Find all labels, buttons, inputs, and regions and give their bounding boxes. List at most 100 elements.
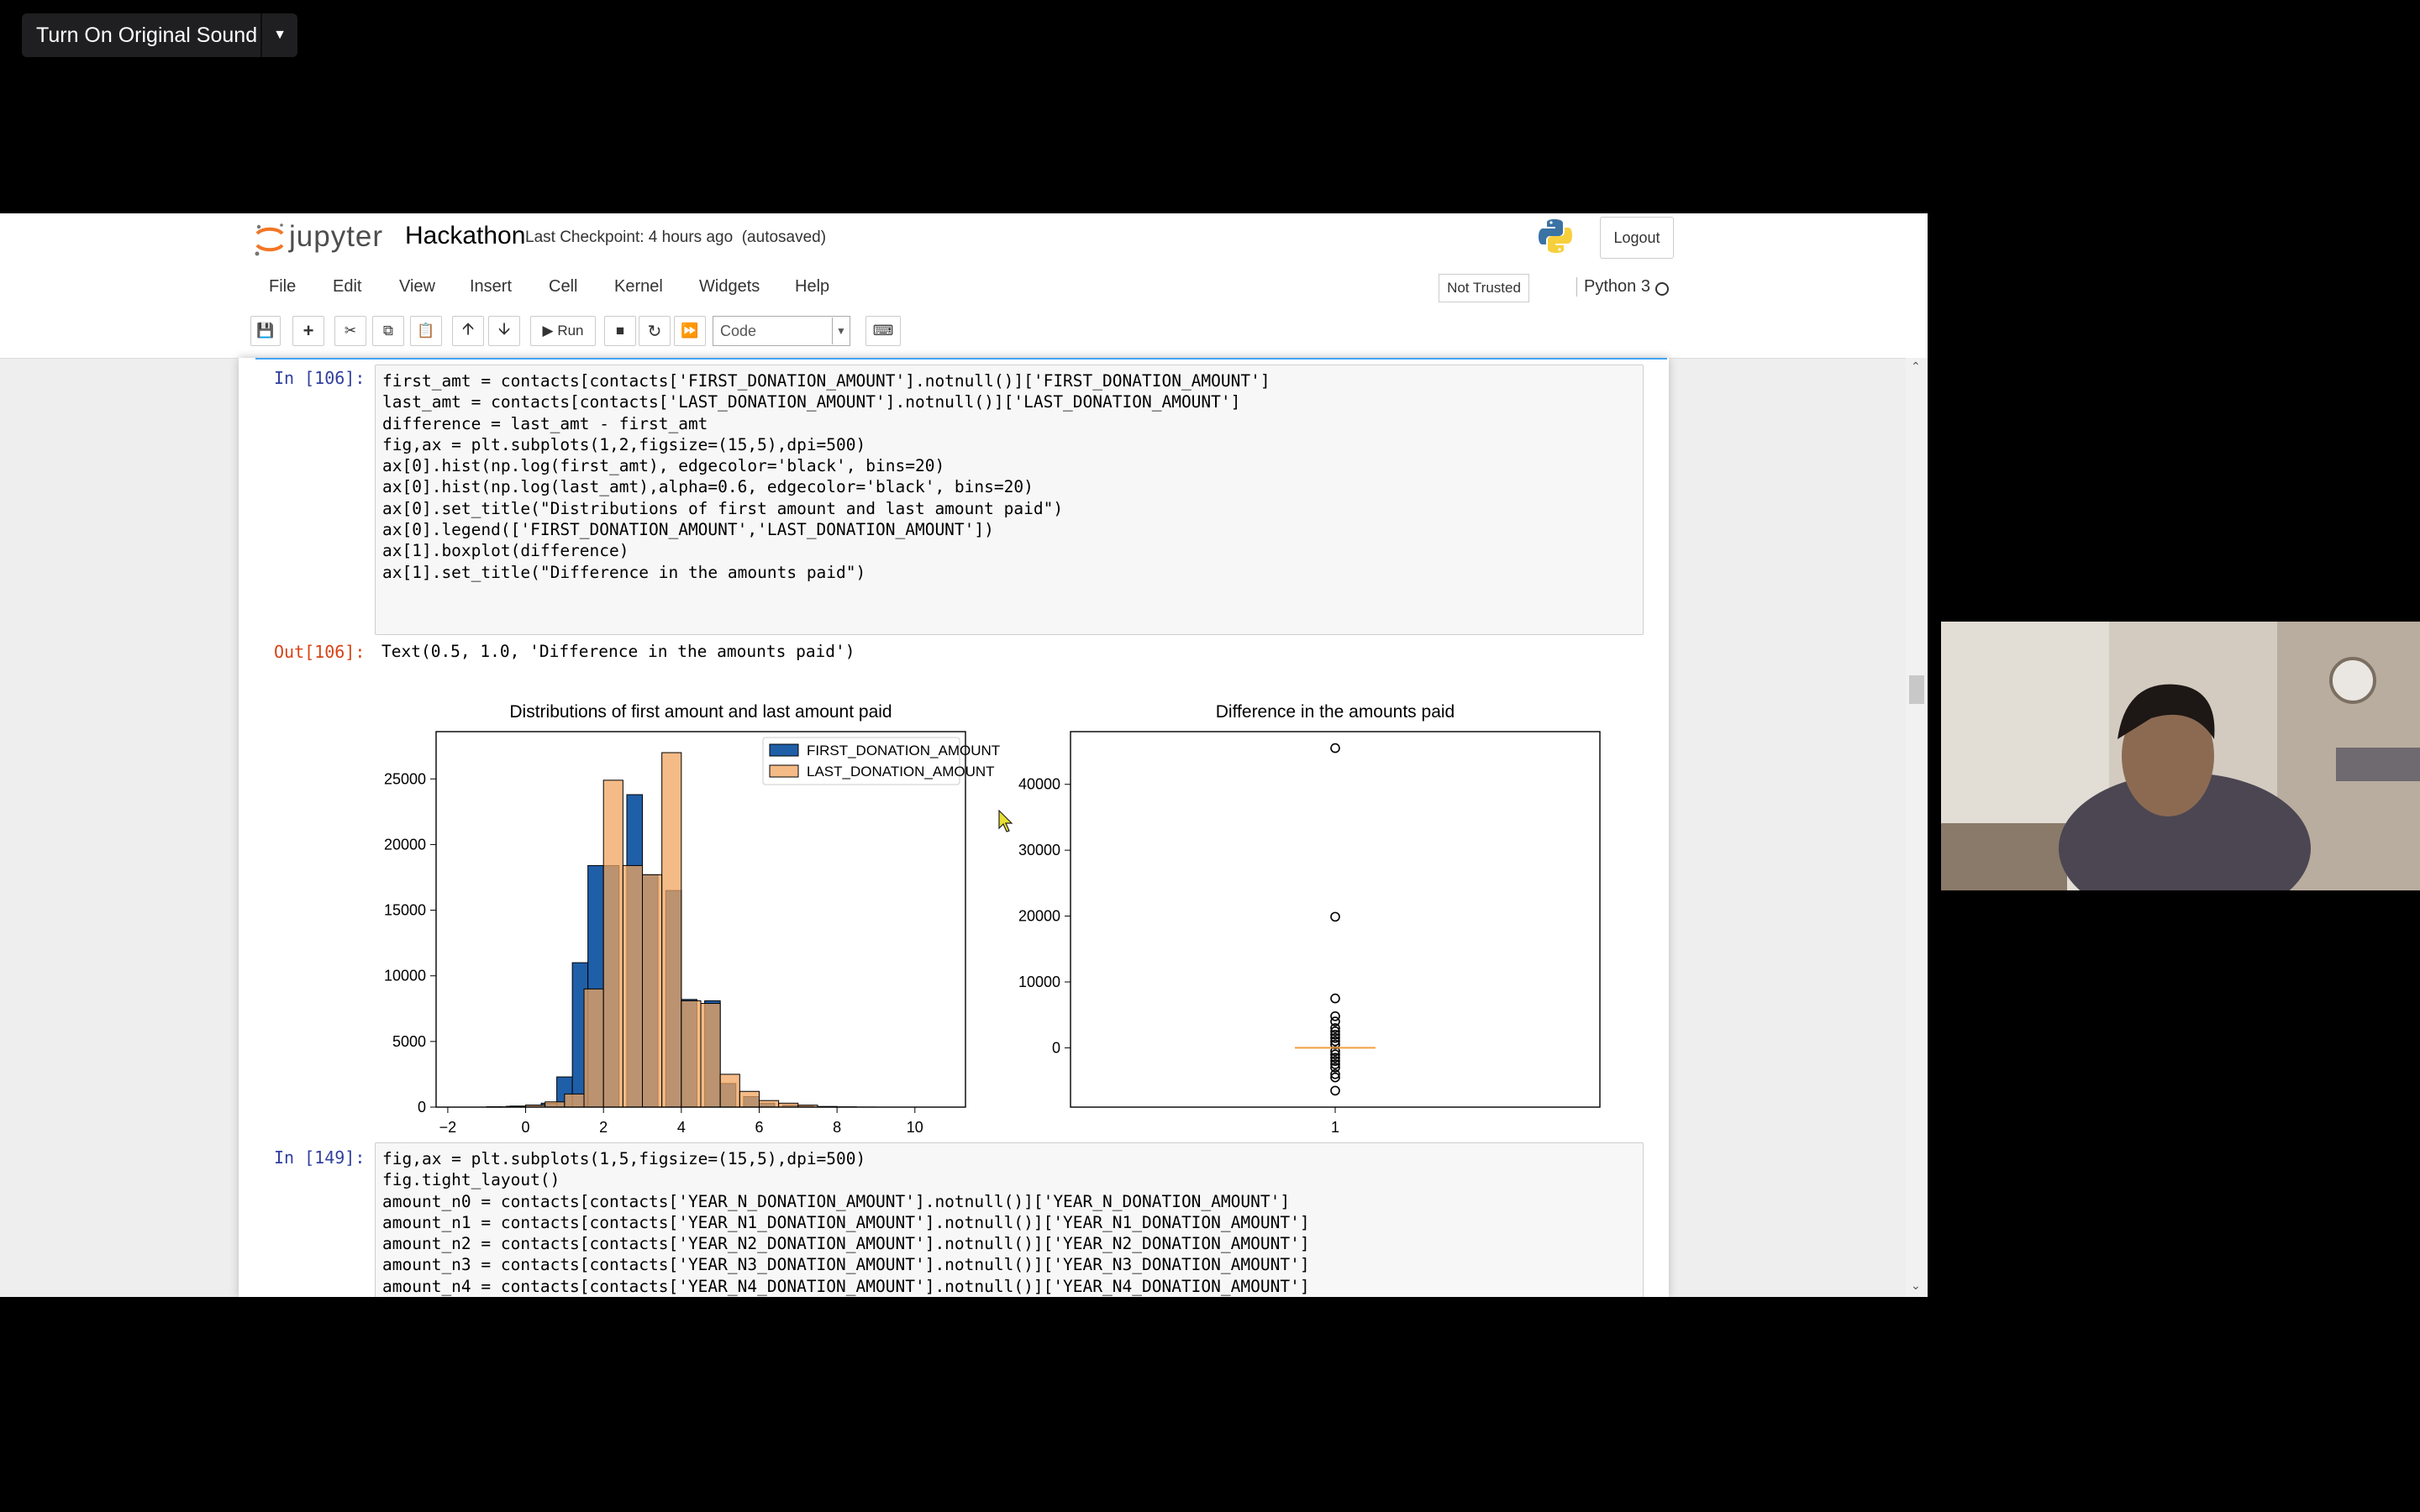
scrollbar-thumb[interactable]: [1909, 675, 1924, 704]
chevron-down-icon: ▼: [832, 318, 850, 344]
cut-icon[interactable]: ✂: [334, 316, 366, 346]
x-tick-label: 10: [907, 1119, 923, 1136]
webcam-picture: [1941, 622, 2420, 890]
code-line: ax[1].boxplot(difference): [382, 541, 629, 561]
y-tick-label: 20000: [384, 836, 426, 853]
menu-insert[interactable]: Insert: [470, 277, 512, 297]
scroll-up-icon[interactable]: ⌃: [1911, 360, 1921, 374]
autosave-text: (autosaved): [741, 228, 827, 246]
jupyter-logo-icon: [255, 223, 284, 256]
code-line: fig.tight_layout(): [382, 1170, 560, 1190]
histogram-bar: [544, 1101, 566, 1108]
y-tick-label: 40000: [1018, 776, 1060, 793]
legend-swatch: [769, 743, 799, 757]
input-prompt: In [106]:: [274, 368, 366, 388]
y-tick-label: 5000: [392, 1033, 426, 1050]
y-tick-label: 0: [418, 1099, 426, 1116]
y-tick-label: 0: [1052, 1039, 1060, 1056]
y-tick-label: 10000: [1018, 974, 1060, 990]
kernel-name[interactable]: Python 3: [1576, 277, 1650, 297]
histogram-bar: [583, 988, 604, 1108]
fast-forward-icon[interactable]: ⏩: [674, 316, 706, 346]
x-tick-label: 0: [522, 1119, 530, 1136]
chevron-down-icon[interactable]: ▼: [262, 28, 297, 43]
output-prompt: Out[106]:: [274, 642, 366, 662]
code-lines: first_amt = contacts[contacts['FIRST_DON…: [382, 370, 1270, 583]
kernel-idle-icon: [1655, 282, 1669, 296]
code-line: amount_n3 = contacts[contacts['YEAR_N3_D…: [382, 1255, 1310, 1275]
scrollbar[interactable]: [1906, 358, 1928, 1297]
code-line: fig,ax = plt.subplots(1,5,figsize=(15,5)…: [382, 1149, 866, 1168]
original-sound-label: Turn On Original Sound: [36, 23, 258, 47]
code-line: amount_n1 = contacts[contacts['YEAR_N1_D…: [382, 1212, 1310, 1232]
outlier-point: [1330, 1085, 1340, 1096]
selected-cell-marker: [255, 358, 1667, 360]
chart-title: Difference in the amounts paid: [1216, 702, 1455, 722]
keyboard-icon[interactable]: ⌨: [865, 316, 901, 346]
stop-icon[interactable]: ■: [604, 316, 636, 346]
code-cell[interactable]: fig,ax = plt.subplots(1,5,figsize=(15,5)…: [375, 1142, 1644, 1297]
code-line: first_amt = contacts[contacts['FIRST_DON…: [382, 371, 1270, 391]
jupyter-window: jupyter Hackathon Last Checkpoint: 4 hou…: [0, 213, 1928, 1297]
code-line: difference = last_amt - first_amt: [382, 413, 708, 433]
x-tick-label: 8: [833, 1119, 841, 1136]
save-icon[interactable]: 💾: [250, 316, 281, 346]
play-icon: ▶: [542, 323, 554, 339]
menu-file[interactable]: File: [269, 277, 296, 297]
scroll-down-icon[interactable]: ⌄: [1911, 1278, 1921, 1293]
histogram-bar: [564, 1093, 585, 1108]
code-line: amount_n4 = contacts[contacts['YEAR_N4_D…: [382, 1276, 1310, 1296]
add-cell-icon[interactable]: +: [292, 316, 324, 346]
y-tick-label: 15000: [384, 902, 426, 919]
checkpoint-status: Last Checkpoint: 4 hours ago (autosaved): [525, 228, 826, 247]
cell-type-value: Code: [720, 322, 757, 339]
code-line: amount_n2 = contacts[contacts['YEAR_N2_D…: [382, 1234, 1310, 1254]
move-up-icon[interactable]: 🡩: [452, 316, 484, 346]
legend-swatch: [769, 764, 799, 778]
y-tick-label: 25000: [384, 770, 426, 787]
original-sound-button[interactable]: Turn On Original Sound ▼: [22, 13, 297, 57]
notebook-title[interactable]: Hackathon: [405, 222, 525, 250]
code-line: ax[1].set_title("Difference in the amoun…: [382, 562, 866, 582]
move-down-icon[interactable]: 🡫: [488, 316, 520, 346]
histogram-bar: [622, 864, 644, 1108]
run-button[interactable]: ▶ Run: [530, 316, 596, 346]
restart-icon[interactable]: ↻: [639, 316, 671, 346]
trust-button[interactable]: Not Trusted: [1439, 274, 1529, 302]
y-tick-label: 10000: [384, 968, 426, 984]
outlier-point: [1330, 743, 1340, 753]
cell-type-select[interactable]: Code ▼: [713, 316, 850, 346]
python-logo-icon: [1539, 219, 1572, 253]
menu-edit[interactable]: Edit: [333, 277, 361, 297]
menubar-toolbar: File Edit View Insert Cell Kernel Widget…: [0, 264, 1928, 359]
notebook-page: In [106]: first_amt = contacts[contacts[…: [239, 358, 1669, 1297]
logout-button[interactable]: Logout: [1600, 217, 1674, 259]
code-line: amount_n0 = contacts[contacts['YEAR_N_DO…: [382, 1191, 1291, 1211]
copy-icon[interactable]: ⧉: [372, 316, 404, 346]
menu-cell[interactable]: Cell: [549, 277, 577, 297]
x-tick-label: 6: [755, 1119, 763, 1136]
menu-kernel[interactable]: Kernel: [614, 277, 663, 297]
notebook-header: jupyter Hackathon Last Checkpoint: 4 hou…: [0, 213, 1928, 264]
histogram-bar: [642, 874, 663, 1108]
x-tick-label: 2: [599, 1119, 608, 1136]
legend-label: FIRST_DONATION_AMOUNT: [807, 743, 1000, 759]
code-line: ax[0].set_title("Distributions of first …: [382, 498, 1064, 518]
outlier-point: [1330, 993, 1340, 1004]
menu-widgets[interactable]: Widgets: [699, 277, 760, 297]
code-line: fig,ax = plt.subplots(1,2,figsize=(15,5)…: [382, 434, 866, 454]
histogram-bar: [739, 1090, 760, 1108]
code-lines: fig,ax = plt.subplots(1,5,figsize=(15,5)…: [382, 1148, 1310, 1297]
chart-title: Distributions of first amount and last a…: [509, 702, 892, 722]
histogram-bar: [778, 1102, 799, 1108]
paste-icon[interactable]: 📋: [410, 316, 442, 346]
outlier-point: [1330, 911, 1340, 922]
menu-help[interactable]: Help: [795, 277, 829, 297]
checkpoint-text: Last Checkpoint: 4 hours ago: [525, 228, 734, 246]
x-tick-label: 4: [677, 1119, 686, 1136]
jupyter-brand[interactable]: jupyter: [289, 220, 383, 254]
code-line: last_amt = contacts[contacts['LAST_DONAT…: [382, 392, 1241, 412]
code-cell[interactable]: first_amt = contacts[contacts['FIRST_DON…: [375, 365, 1644, 635]
menu-view[interactable]: View: [399, 277, 435, 297]
y-tick-label: 30000: [1018, 842, 1060, 858]
